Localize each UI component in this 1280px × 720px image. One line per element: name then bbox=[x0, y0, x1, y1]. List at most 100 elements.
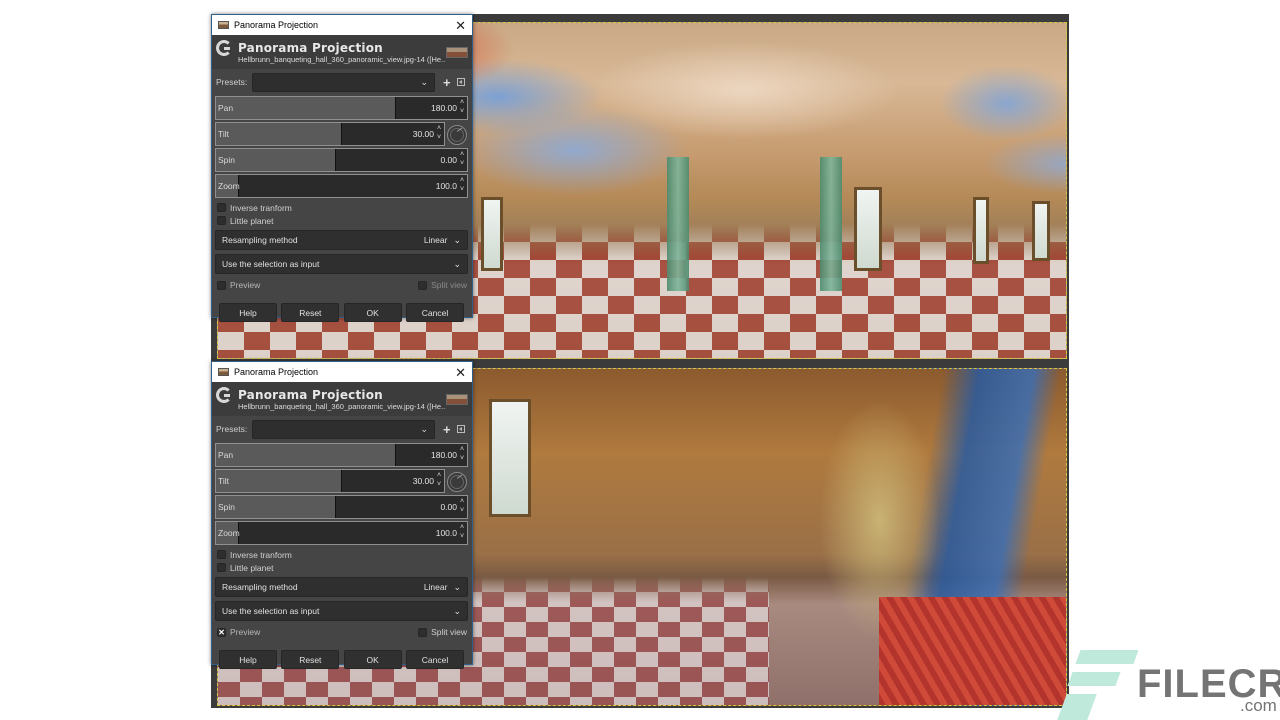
spin-down-icon[interactable]: ˅ bbox=[458, 454, 466, 463]
spin-up-icon[interactable]: ˄ bbox=[458, 523, 466, 532]
close-icon[interactable]: ✕ bbox=[455, 19, 466, 32]
add-preset-icon[interactable]: + bbox=[443, 76, 451, 89]
split-view-checkbox[interactable]: Split view bbox=[418, 627, 467, 637]
ok-button[interactable]: OK bbox=[343, 303, 402, 322]
window bbox=[480, 197, 503, 271]
zoom-spinscale[interactable]: Zoom 100.0 ˄ ˅ bbox=[215, 521, 468, 545]
spin-up-icon[interactable]: ˄ bbox=[435, 124, 443, 133]
window-title: Panorama Projection bbox=[234, 367, 319, 377]
presets-combo[interactable]: ⌄ bbox=[252, 419, 435, 439]
pan-spinscale[interactable]: Pan 180.00 ˄ ˅ bbox=[215, 96, 468, 120]
add-preset-icon[interactable]: + bbox=[443, 423, 451, 436]
spin-up-icon[interactable]: ˄ bbox=[458, 98, 466, 107]
tilt-spinscale[interactable]: Tilt 30.00 ˄ ˅ bbox=[215, 122, 445, 146]
presets-combo[interactable]: ⌄ bbox=[252, 72, 435, 92]
preset-menu-icon[interactable] bbox=[456, 78, 465, 86]
dialog-titlebar[interactable]: Panorama Projection ✕ bbox=[212, 362, 472, 382]
checkbox-box[interactable] bbox=[217, 563, 226, 572]
zoom-label: Zoom bbox=[218, 528, 240, 538]
spin-up-icon[interactable]: ˄ bbox=[458, 176, 466, 185]
spin-down-icon[interactable]: ˅ bbox=[458, 185, 466, 194]
little-planet-checkbox[interactable]: Little planet bbox=[212, 561, 472, 574]
chevron-down-icon: ⌄ bbox=[453, 234, 461, 245]
spin-up-icon[interactable]: ˄ bbox=[458, 150, 466, 159]
pan-value[interactable]: 180.00 bbox=[431, 450, 457, 460]
header-subtitle: Hellbrunn_banqueting_hall_360_panoramic_… bbox=[238, 401, 446, 411]
pan-label: Pan bbox=[218, 450, 234, 460]
dialog-titlebar[interactable]: Panorama Projection ✕ bbox=[212, 15, 472, 35]
resampling-label: Resampling method bbox=[222, 582, 298, 592]
spin-value[interactable]: 0.00 bbox=[440, 502, 457, 512]
spin-down-icon[interactable]: ˅ bbox=[458, 532, 466, 541]
tilt-dial-icon[interactable] bbox=[447, 472, 467, 492]
dialog-header: Panorama Projection Hellbrunn_banqueting… bbox=[212, 35, 472, 69]
input-source-combo[interactable]: Use the selection as input ⌄ bbox=[215, 601, 468, 621]
green-column bbox=[820, 157, 843, 291]
presets-label: Presets: bbox=[216, 424, 248, 434]
spin-spinscale[interactable]: Spin 0.00 ˄ ˅ bbox=[215, 148, 468, 172]
zoom-label: Zoom bbox=[218, 181, 240, 191]
pan-value[interactable]: 180.00 bbox=[431, 103, 457, 113]
tilt-value[interactable]: 30.00 bbox=[413, 129, 434, 139]
tilt-dial-icon[interactable] bbox=[447, 125, 467, 145]
ok-button[interactable]: OK bbox=[343, 650, 402, 669]
gimp-logo-icon bbox=[216, 40, 232, 56]
resampling-method-combo[interactable]: Resampling method Linear ⌄ bbox=[215, 230, 468, 250]
spin-up-icon[interactable]: ˄ bbox=[458, 445, 466, 454]
spin-down-icon[interactable]: ˅ bbox=[435, 480, 443, 489]
spin-down-icon[interactable]: ˅ bbox=[458, 107, 466, 116]
checkbox-box[interactable] bbox=[217, 203, 226, 212]
spin-up-icon[interactable]: ˄ bbox=[458, 497, 466, 506]
app-icon bbox=[218, 21, 229, 29]
resampling-value: Linear bbox=[423, 582, 448, 592]
help-button[interactable]: Help bbox=[219, 303, 277, 322]
preview-checkbox[interactable]: ✕ Preview bbox=[217, 627, 418, 637]
checkbox-box[interactable] bbox=[217, 216, 226, 225]
tilt-value[interactable]: 30.00 bbox=[413, 476, 434, 486]
cancel-button[interactable]: Cancel bbox=[405, 650, 464, 669]
inverse-transform-checkbox[interactable]: Inverse tranform bbox=[212, 548, 472, 561]
preview-checkbox[interactable]: Preview bbox=[217, 280, 418, 290]
split-view-checkbox: Split view bbox=[418, 280, 467, 290]
reset-button[interactable]: Reset bbox=[281, 303, 340, 322]
panorama-projection-dialog: Panorama Projection ✕ Panorama Projectio… bbox=[211, 361, 473, 669]
tilt-label: Tilt bbox=[218, 129, 230, 139]
little-planet-checkbox[interactable]: Little planet bbox=[212, 214, 472, 227]
checkbox-box[interactable] bbox=[217, 550, 226, 559]
resampling-method-combo[interactable]: Resampling method Linear ⌄ bbox=[215, 577, 468, 597]
help-button[interactable]: Help bbox=[219, 650, 277, 669]
image-thumbnail bbox=[446, 393, 468, 405]
reset-button[interactable]: Reset bbox=[281, 650, 340, 669]
zoom-value[interactable]: 100.0 bbox=[436, 181, 457, 191]
check-icon[interactable]: ✕ bbox=[217, 627, 226, 637]
close-icon[interactable]: ✕ bbox=[455, 366, 466, 379]
zoom-value[interactable]: 100.0 bbox=[436, 528, 457, 538]
watermark-logo-bar bbox=[1067, 672, 1121, 686]
spin-down-icon[interactable]: ˅ bbox=[435, 133, 443, 142]
pan-spinscale[interactable]: Pan 180.00 ˄ ˅ bbox=[215, 443, 468, 467]
window bbox=[489, 399, 532, 517]
presets-label: Presets: bbox=[216, 77, 248, 87]
gimp-logo-icon bbox=[216, 387, 232, 403]
spin-value[interactable]: 0.00 bbox=[440, 155, 457, 165]
spin-down-icon[interactable]: ˅ bbox=[458, 506, 466, 515]
checkbox-box[interactable] bbox=[217, 280, 226, 290]
tilt-spinscale[interactable]: Tilt 30.00 ˄ ˅ bbox=[215, 469, 445, 493]
cancel-button[interactable]: Cancel bbox=[405, 303, 464, 322]
input-source-combo[interactable]: Use the selection as input ⌄ bbox=[215, 254, 468, 274]
resampling-label: Resampling method bbox=[222, 235, 298, 245]
spin-label: Spin bbox=[218, 502, 236, 512]
pan-fill bbox=[216, 444, 396, 466]
inverse-transform-checkbox[interactable]: Inverse tranform bbox=[212, 201, 472, 214]
spin-spinscale[interactable]: Spin 0.00 ˄ ˅ bbox=[215, 495, 468, 519]
chevron-down-icon: ⌄ bbox=[453, 581, 461, 592]
window-title: Panorama Projection bbox=[234, 20, 319, 30]
zoom-spinscale[interactable]: Zoom 100.0 ˄ ˅ bbox=[215, 174, 468, 198]
presets-row: Presets: ⌄ + bbox=[212, 70, 472, 94]
spin-up-icon[interactable]: ˄ bbox=[435, 471, 443, 480]
preset-menu-icon[interactable] bbox=[456, 425, 465, 433]
spin-down-icon[interactable]: ˅ bbox=[458, 159, 466, 168]
preview-label: Preview bbox=[230, 627, 261, 637]
header-subtitle: Hellbrunn_banqueting_hall_360_panoramic_… bbox=[238, 54, 446, 64]
checkbox-box[interactable] bbox=[418, 627, 428, 637]
